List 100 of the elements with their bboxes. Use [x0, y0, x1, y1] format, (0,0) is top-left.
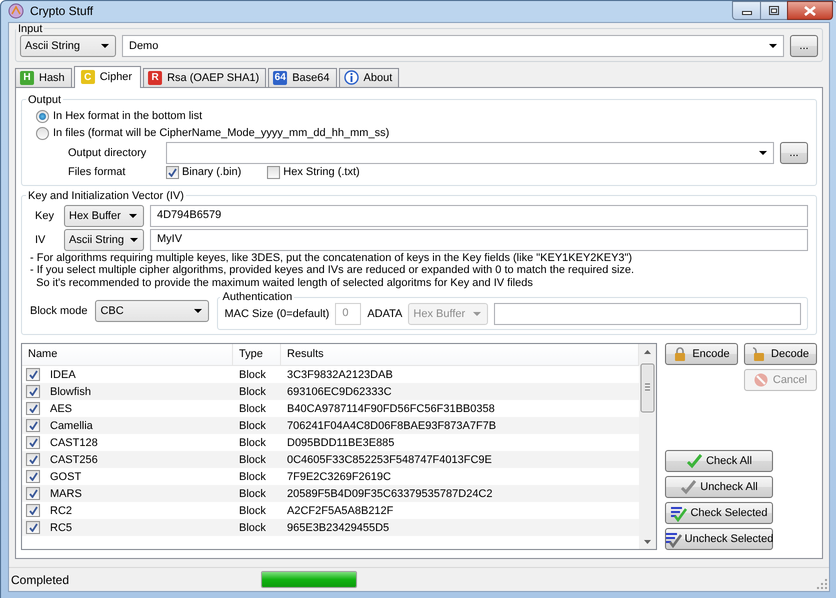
checked-list-icon [664, 530, 682, 548]
output-directory-field[interactable] [166, 142, 774, 164]
algorithm-name: MARS [49, 488, 83, 500]
letter-icon: C [80, 70, 95, 84]
note-text: So it's recommended to provide the maximum waited length of selected algoritms for Key and IV fileds [35, 276, 534, 289]
table-cell-text: 7F9E2C3269F2619C [286, 470, 392, 482]
group-title: Authentication [221, 291, 294, 303]
text-field[interactable]: MyIV [150, 228, 808, 250]
checkmark-icon [686, 452, 704, 470]
table-cell-text: 965E3B23429455D5 [286, 522, 390, 534]
uncheck-button[interactable]: Uncheck All [665, 476, 773, 498]
block-mode-dropdown[interactable]: CBC [95, 300, 210, 322]
radio-button[interactable] [36, 126, 49, 140]
table-cell-text: Block [238, 522, 267, 534]
table-cell-text: D095BDD11BE3E885 [286, 436, 396, 448]
cancel-icon [754, 372, 768, 388]
table-cell-text: 3C3F9832A2123DAB [286, 368, 394, 380]
format-dropdown[interactable]: Hex Buffer [64, 204, 144, 226]
table-cell-text: Block [238, 454, 267, 466]
tab[interactable]: About [338, 68, 400, 86]
checkbox[interactable] [267, 166, 280, 178]
column-header[interactable]: Type [233, 344, 281, 365]
uncheck-selected-button[interactable]: Uncheck Selected [665, 528, 773, 550]
minimize-button[interactable] [732, 1, 760, 20]
unlock-button[interactable]: Decode [744, 343, 817, 365]
input-field[interactable]: Demo [122, 34, 784, 56]
checkbox[interactable] [26, 402, 40, 415]
letter-icon: H [20, 70, 34, 84]
algorithm-name: GOST [49, 470, 82, 482]
status-text: Completed [11, 572, 70, 586]
algorithm-name: CAST128 [49, 436, 99, 448]
check-selected-button[interactable]: Check Selected [665, 502, 773, 524]
table-cell-text: 0C4605F33C852253F548747F4013FC9E [286, 454, 493, 466]
table-cell-text: 20589F5B4D09F35C63379535787D24C2 [286, 488, 494, 500]
checkbox-label: Binary (.bin) [182, 166, 242, 178]
tab[interactable]: R Rsa (OAEP SHA1) [143, 68, 266, 86]
field-label: Output directory [68, 146, 148, 158]
tab[interactable]: 64 Base64 [268, 68, 337, 86]
table-cell-text: A2CF2F5A5A8B212F [286, 504, 394, 516]
table-cell-text: Block [238, 436, 267, 448]
close-icon [804, 6, 816, 16]
checkbox[interactable] [26, 419, 40, 432]
field-label: Key [34, 210, 55, 222]
field-label: MAC Size (0=default) [224, 308, 330, 320]
maximize-icon [769, 6, 779, 15]
table-cell-text: Block [238, 504, 267, 516]
table-cell-text: Block [238, 420, 267, 432]
tab[interactable]: C Cipher [74, 66, 142, 88]
letter-icon: R [148, 70, 162, 84]
checkbox[interactable] [26, 504, 40, 517]
algorithm-name: RC5 [49, 522, 74, 534]
field-label: Files format [68, 166, 126, 178]
browse-button[interactable]: ... [790, 34, 818, 56]
algorithm-name: AES [49, 402, 74, 414]
check-icon [168, 168, 177, 176]
radio-button[interactable] [36, 110, 49, 122]
column-header[interactable]: Name [22, 344, 233, 365]
table-cell-text: B40CA9787114F90FD56FC56F31BB0358 [286, 402, 496, 414]
checkbox[interactable] [26, 368, 40, 381]
browse-button[interactable]: ... [780, 142, 808, 164]
text-field[interactable]: 4D794B6579 [150, 204, 808, 226]
adata-field[interactable] [494, 303, 801, 325]
group-title: Input [17, 22, 44, 34]
maximize-button[interactable] [760, 1, 787, 20]
letter-icon: 64 [273, 70, 288, 84]
checkbox[interactable] [26, 487, 40, 500]
radio-label: In Hex format in the bottom list [53, 110, 202, 122]
field-label: Block mode [30, 304, 88, 316]
app-icon [8, 3, 24, 20]
field-label: ADATA [367, 308, 402, 320]
algorithm-name: IDEA [49, 368, 77, 380]
checked-list-icon [670, 504, 688, 522]
checkbox[interactable] [26, 453, 40, 466]
table-cell-text: Block [238, 402, 267, 414]
checkbox-label: Hex String (.txt) [283, 166, 360, 178]
algorithm-name: RC2 [49, 504, 74, 516]
checkmark-icon [680, 478, 698, 496]
checkbox[interactable] [26, 521, 40, 534]
tab[interactable]: H Hash [15, 68, 72, 86]
checkbox[interactable] [26, 436, 40, 449]
window-title: Crypto Stuff [30, 4, 94, 18]
input-format-dropdown[interactable]: Ascii String [20, 34, 116, 56]
checkbox[interactable] [26, 470, 40, 483]
format-dropdown[interactable]: Ascii String [64, 228, 144, 250]
radio-label: In files (format will be CipherName_Mode_yyyy_mm_dd_hh_mm_ss) [53, 127, 390, 139]
resize-grip-icon [817, 579, 827, 589]
checkbox[interactable] [166, 166, 179, 178]
table-cell-text: 706241F04A4C8D06F8BAE93F873A7F7B [286, 420, 498, 432]
table-cell-text: Block [238, 368, 267, 380]
field-label: IV [34, 234, 46, 246]
close-button[interactable] [787, 1, 833, 20]
group-title: Key and Initialization Vector (IV) [27, 190, 185, 202]
group-title: Output [27, 94, 62, 106]
lock-button[interactable]: Encode [665, 343, 738, 365]
note-text: - For algorithms requiring multiple keyes, like 3DES, put the concatenation of keys in the Key fields (like "KEY1KEY2KEY3") [30, 252, 634, 264]
table-cell-text: 693106EC9D62333C [286, 386, 393, 398]
check-button[interactable]: Check All [665, 450, 773, 472]
checkbox[interactable] [26, 385, 40, 398]
table-cell-text: Block [238, 386, 267, 398]
note-text: - If you select multiple cipher algorithms, provided keyes and IVs are reduced or expanded with 0 to match the required size. [30, 264, 636, 276]
